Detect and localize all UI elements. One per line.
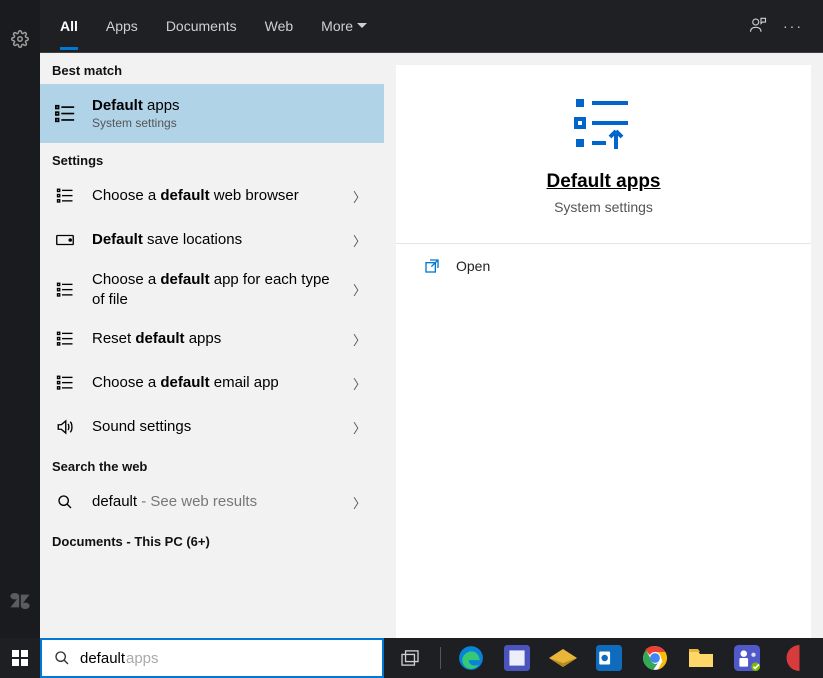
result-web-browser[interactable]: Choose a default web browser 〉 (40, 174, 384, 218)
taskbar-outlook[interactable] (593, 642, 625, 674)
taskbar-chrome[interactable] (639, 642, 671, 674)
section-search-web: Search the web (40, 449, 384, 480)
search-box[interactable]: apps (40, 638, 384, 678)
tab-apps[interactable]: Apps (106, 2, 138, 50)
chevron-right-icon: 〉 (353, 280, 370, 299)
settings-list-icon (54, 330, 76, 348)
chevron-right-icon: 〉 (353, 187, 370, 206)
taskbar-edge[interactable] (455, 642, 487, 674)
tab-all[interactable]: All (60, 2, 78, 50)
section-best-match: Best match (40, 53, 384, 84)
tab-more[interactable]: More (321, 2, 367, 50)
result-web-search[interactable]: default - See web results 〉 (40, 480, 384, 524)
search-input[interactable] (80, 650, 370, 667)
taskbar-separator (440, 647, 441, 669)
result-sound-settings[interactable]: Sound settings 〉 (40, 405, 384, 449)
result-default-email-app[interactable]: Choose a default email app 〉 (40, 361, 384, 405)
open-icon (424, 258, 440, 274)
preview-title[interactable]: Default apps (396, 171, 811, 193)
drive-icon (54, 234, 76, 246)
chevron-right-icon: 〉 (353, 493, 370, 512)
zendesk-icon[interactable] (10, 593, 30, 614)
chevron-right-icon: 〉 (353, 330, 370, 349)
left-rail (0, 0, 40, 678)
default-apps-icon (396, 95, 811, 151)
chevron-right-icon: 〉 (353, 231, 370, 250)
taskbar-app-red[interactable] (777, 642, 809, 674)
chevron-down-icon (357, 21, 367, 31)
ellipsis-icon[interactable]: ··· (783, 18, 803, 34)
settings-list-icon (54, 281, 76, 299)
taskbar-file-explorer[interactable] (685, 642, 717, 674)
settings-list-icon (54, 374, 76, 392)
feedback-icon[interactable] (749, 16, 767, 37)
search-icon (54, 650, 70, 666)
taskbar-app-purple[interactable] (501, 642, 533, 674)
preview-action-open[interactable]: Open (396, 244, 811, 288)
taskbar-teams[interactable] (731, 642, 763, 674)
task-view-button[interactable] (394, 642, 426, 674)
section-documents: Documents - This PC (6+) (40, 524, 384, 555)
windows-logo-icon (12, 650, 28, 666)
search-icon (54, 494, 76, 510)
result-app-per-filetype[interactable]: Choose a default app for each type of fi… (40, 262, 384, 317)
preview-pane: Default apps System settings Open (396, 65, 811, 666)
preview-subtitle: System settings (396, 199, 811, 215)
results-pane: Best match Default apps System settings … (40, 53, 384, 678)
section-settings: Settings (40, 143, 384, 174)
tab-documents[interactable]: Documents (166, 2, 237, 50)
taskbar (384, 638, 823, 678)
settings-list-icon (54, 187, 76, 205)
result-reset-default-apps[interactable]: Reset default apps 〉 (40, 317, 384, 361)
start-button[interactable] (0, 638, 40, 678)
search-ghost-text: apps (126, 650, 159, 667)
tab-web[interactable]: Web (265, 2, 294, 50)
settings-list-icon (54, 103, 76, 125)
result-save-locations[interactable]: Default save locations 〉 (40, 218, 384, 262)
taskbar-app-yellow[interactable] (547, 642, 579, 674)
chevron-right-icon: 〉 (353, 418, 370, 437)
sound-icon (54, 418, 76, 436)
chevron-right-icon: 〉 (353, 374, 370, 393)
result-best-default-apps[interactable]: Default apps System settings (40, 84, 384, 143)
gear-icon[interactable] (11, 30, 29, 53)
search-tabs: All Apps Documents Web More ··· (40, 0, 823, 52)
